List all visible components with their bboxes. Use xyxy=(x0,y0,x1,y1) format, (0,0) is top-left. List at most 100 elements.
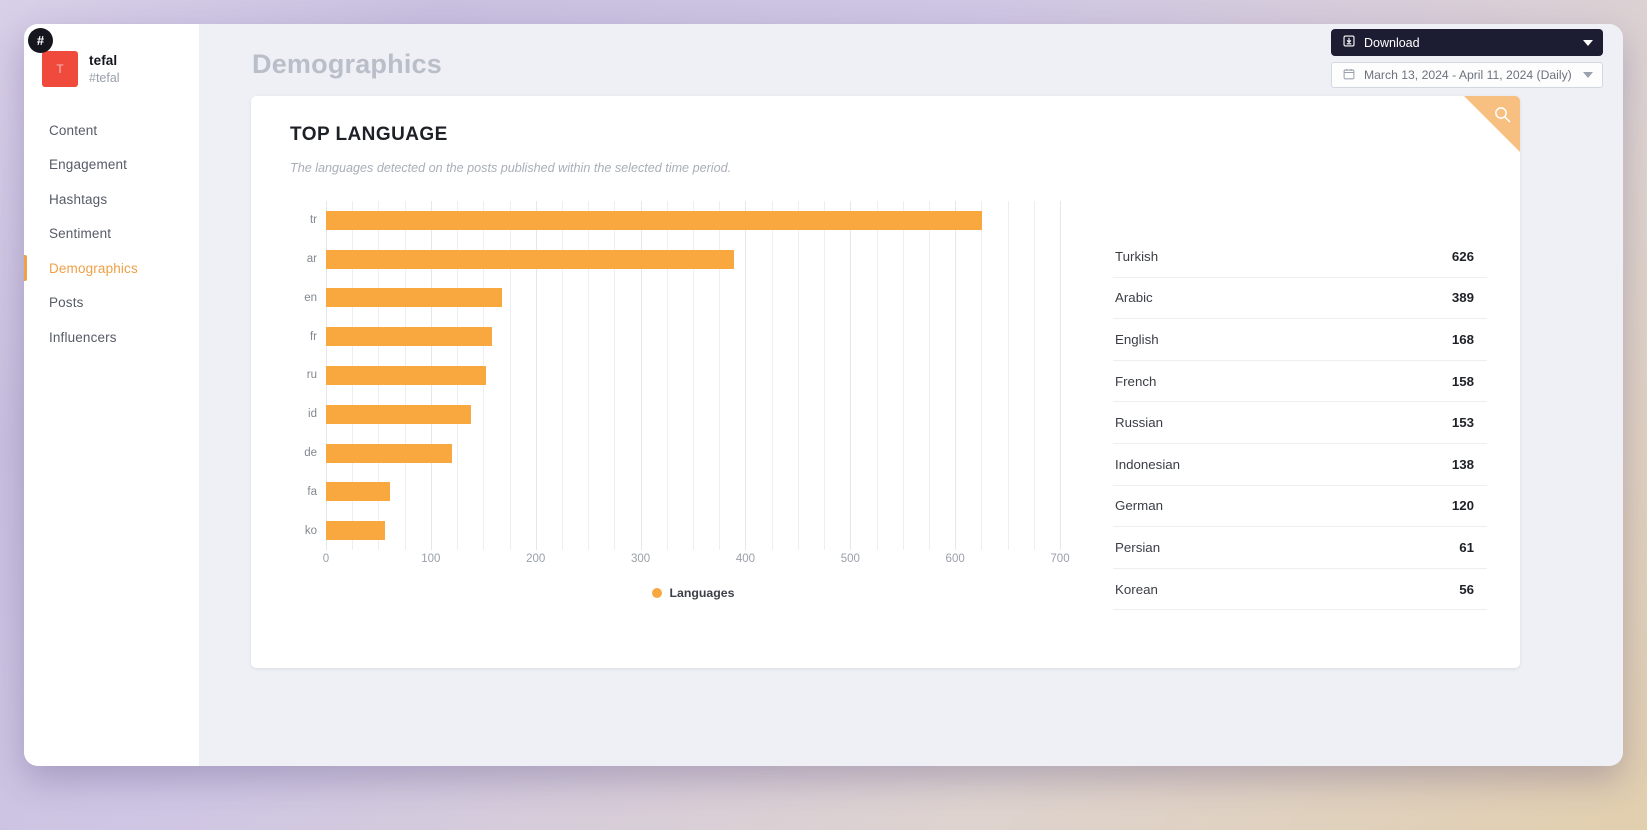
chart-bar-row: en xyxy=(304,279,1060,318)
sidebar-item-label: Content xyxy=(49,122,98,138)
download-button[interactable]: Download xyxy=(1331,29,1603,56)
search-icon xyxy=(1493,105,1512,129)
sidebar-item-sentiment[interactable]: Sentiment xyxy=(24,217,199,251)
chart-bar-row: de xyxy=(304,434,1060,473)
chevron-down-icon xyxy=(1583,72,1593,78)
table-row[interactable]: Korean 56 xyxy=(1113,569,1487,611)
y-axis-tick-label: id xyxy=(308,408,317,421)
x-axis-tick-label: 0 xyxy=(322,553,330,565)
sidebar-item-influencers[interactable]: Influencers xyxy=(24,320,199,354)
legend-label: Languages xyxy=(669,586,735,600)
chart-bar[interactable] xyxy=(326,288,503,308)
chart-bar-row: fa xyxy=(307,472,1060,511)
chart-plot-area: tr ar en fr ru id de fa ko xyxy=(304,201,1061,550)
language-count: 138 xyxy=(1451,456,1474,472)
card-search-ribbon[interactable] xyxy=(1464,96,1520,152)
table-row[interactable]: English 168 xyxy=(1113,319,1487,361)
chart-bar[interactable] xyxy=(326,482,390,502)
app-window: # T tefal #tefal Content Engagement Hash… xyxy=(24,24,1623,766)
table-row[interactable]: Turkish 626 xyxy=(1113,236,1487,278)
x-axis-tick-label: 600 xyxy=(945,553,965,565)
brand-handle: #tefal xyxy=(89,71,120,85)
language-count: 61 xyxy=(1459,539,1474,555)
sidebar-item-demographics[interactable]: Demographics xyxy=(24,251,199,285)
card-title: TOP LANGUAGE xyxy=(290,124,448,145)
sidebar-item-content[interactable]: Content xyxy=(24,113,199,147)
chart-bar[interactable] xyxy=(326,404,471,424)
bar-chart: tr ar en fr ru id de fa ko 0 100 200 300 400 500 600 70… xyxy=(290,201,1090,631)
language-name: Russian xyxy=(1115,415,1164,431)
table-row[interactable]: German 120 xyxy=(1113,486,1487,528)
chart-bar-row: ru xyxy=(307,356,1060,395)
x-axis-tick-labels: 0 100 200 300 400 500 600 700 xyxy=(322,553,1070,573)
language-name: Turkish xyxy=(1115,248,1159,264)
chart-bar-row: fr xyxy=(310,317,1060,356)
y-axis-tick-label: fr xyxy=(309,330,317,343)
table-row[interactable]: Russian 153 xyxy=(1113,402,1487,444)
language-name: English xyxy=(1115,331,1159,347)
language-count: 626 xyxy=(1451,248,1474,264)
sidebar-item-label: Engagement xyxy=(49,157,128,172)
language-count: 168 xyxy=(1451,331,1474,347)
sidebar-item-label: Posts xyxy=(49,295,84,310)
y-axis-tick-label: ru xyxy=(306,369,317,382)
card-subtitle: The languages detected on the posts publ… xyxy=(290,161,732,175)
x-axis-tick-label: 300 xyxy=(630,553,651,565)
chart-gridline xyxy=(1060,201,1061,550)
y-axis-tick-label: ar xyxy=(306,253,317,266)
sidebar-item-label: Sentiment xyxy=(49,226,112,241)
chart-bar[interactable] xyxy=(326,365,487,385)
language-name: German xyxy=(1115,498,1164,514)
chart-legend: Languages xyxy=(326,586,1060,600)
chevron-down-icon xyxy=(1583,39,1593,46)
table-row[interactable]: French 158 xyxy=(1113,361,1487,403)
page-title: Demographics xyxy=(252,49,442,79)
legend-color-swatch xyxy=(651,588,662,598)
table-row[interactable]: Arabic 389 xyxy=(1113,278,1487,320)
y-axis-tick-label: de xyxy=(304,447,317,460)
avatar: T xyxy=(42,51,78,87)
chart-bar[interactable] xyxy=(326,521,385,541)
chart-bar-row: ko xyxy=(305,511,1060,550)
table-row[interactable]: Indonesian 138 xyxy=(1113,444,1487,486)
chart-bar-row: tr xyxy=(310,201,1060,240)
y-axis-tick-label: fa xyxy=(307,485,317,498)
language-table: Turkish 626 Arabic 389 English 168 French 158 Ru… xyxy=(1113,236,1487,611)
sidebar-item-label: Demographics xyxy=(49,260,138,276)
x-axis-tick-label: 400 xyxy=(735,553,756,565)
download-icon xyxy=(1343,35,1355,50)
chart-bar[interactable] xyxy=(326,327,492,347)
x-axis-tick-label: 700 xyxy=(1050,553,1070,565)
sidebar: # T tefal #tefal Content Engagement Hash… xyxy=(24,24,199,766)
date-range-label: March 13, 2024 - April 11, 2024 (Daily) xyxy=(1364,68,1572,82)
sidebar-item-posts[interactable]: Posts xyxy=(24,286,199,320)
chart-bar[interactable] xyxy=(326,249,734,269)
x-axis-tick-label: 200 xyxy=(526,553,546,565)
y-axis-tick-label: ko xyxy=(304,524,317,537)
date-range-picker[interactable]: March 13, 2024 - April 11, 2024 (Daily) xyxy=(1331,62,1603,88)
y-axis-tick-label: en xyxy=(304,291,317,304)
chart-bar-row: ar xyxy=(307,240,1060,279)
y-axis-tick-label: tr xyxy=(309,214,317,227)
hashtag-badge-icon: # xyxy=(28,28,53,53)
download-label: Download xyxy=(1364,35,1420,50)
chart-bar[interactable] xyxy=(326,443,452,463)
chart-bar-row: id xyxy=(308,395,1060,434)
language-name: French xyxy=(1115,373,1157,389)
sidebar-item-hashtags[interactable]: Hashtags xyxy=(24,182,199,216)
top-language-card: TOP LANGUAGE The languages detected on t… xyxy=(251,96,1520,668)
table-row[interactable]: Persian 61 xyxy=(1113,527,1487,569)
chart-bar[interactable] xyxy=(326,210,983,230)
language-count: 389 xyxy=(1451,290,1474,306)
main-content: Demographics Download March 13, 2024 - A… xyxy=(199,24,1623,766)
x-axis-tick-label: 500 xyxy=(840,553,860,565)
sidebar-nav: Content Engagement Hashtags Sentiment De… xyxy=(24,113,199,354)
language-name: Persian xyxy=(1115,539,1161,555)
language-name: Indonesian xyxy=(1115,456,1181,472)
brand-name: tefal xyxy=(89,53,118,68)
sidebar-item-label: Hashtags xyxy=(49,191,108,207)
sidebar-item-engagement[interactable]: Engagement xyxy=(24,148,199,182)
calendar-icon xyxy=(1343,68,1355,83)
sidebar-item-label: Influencers xyxy=(49,329,117,345)
language-count: 158 xyxy=(1451,373,1474,389)
